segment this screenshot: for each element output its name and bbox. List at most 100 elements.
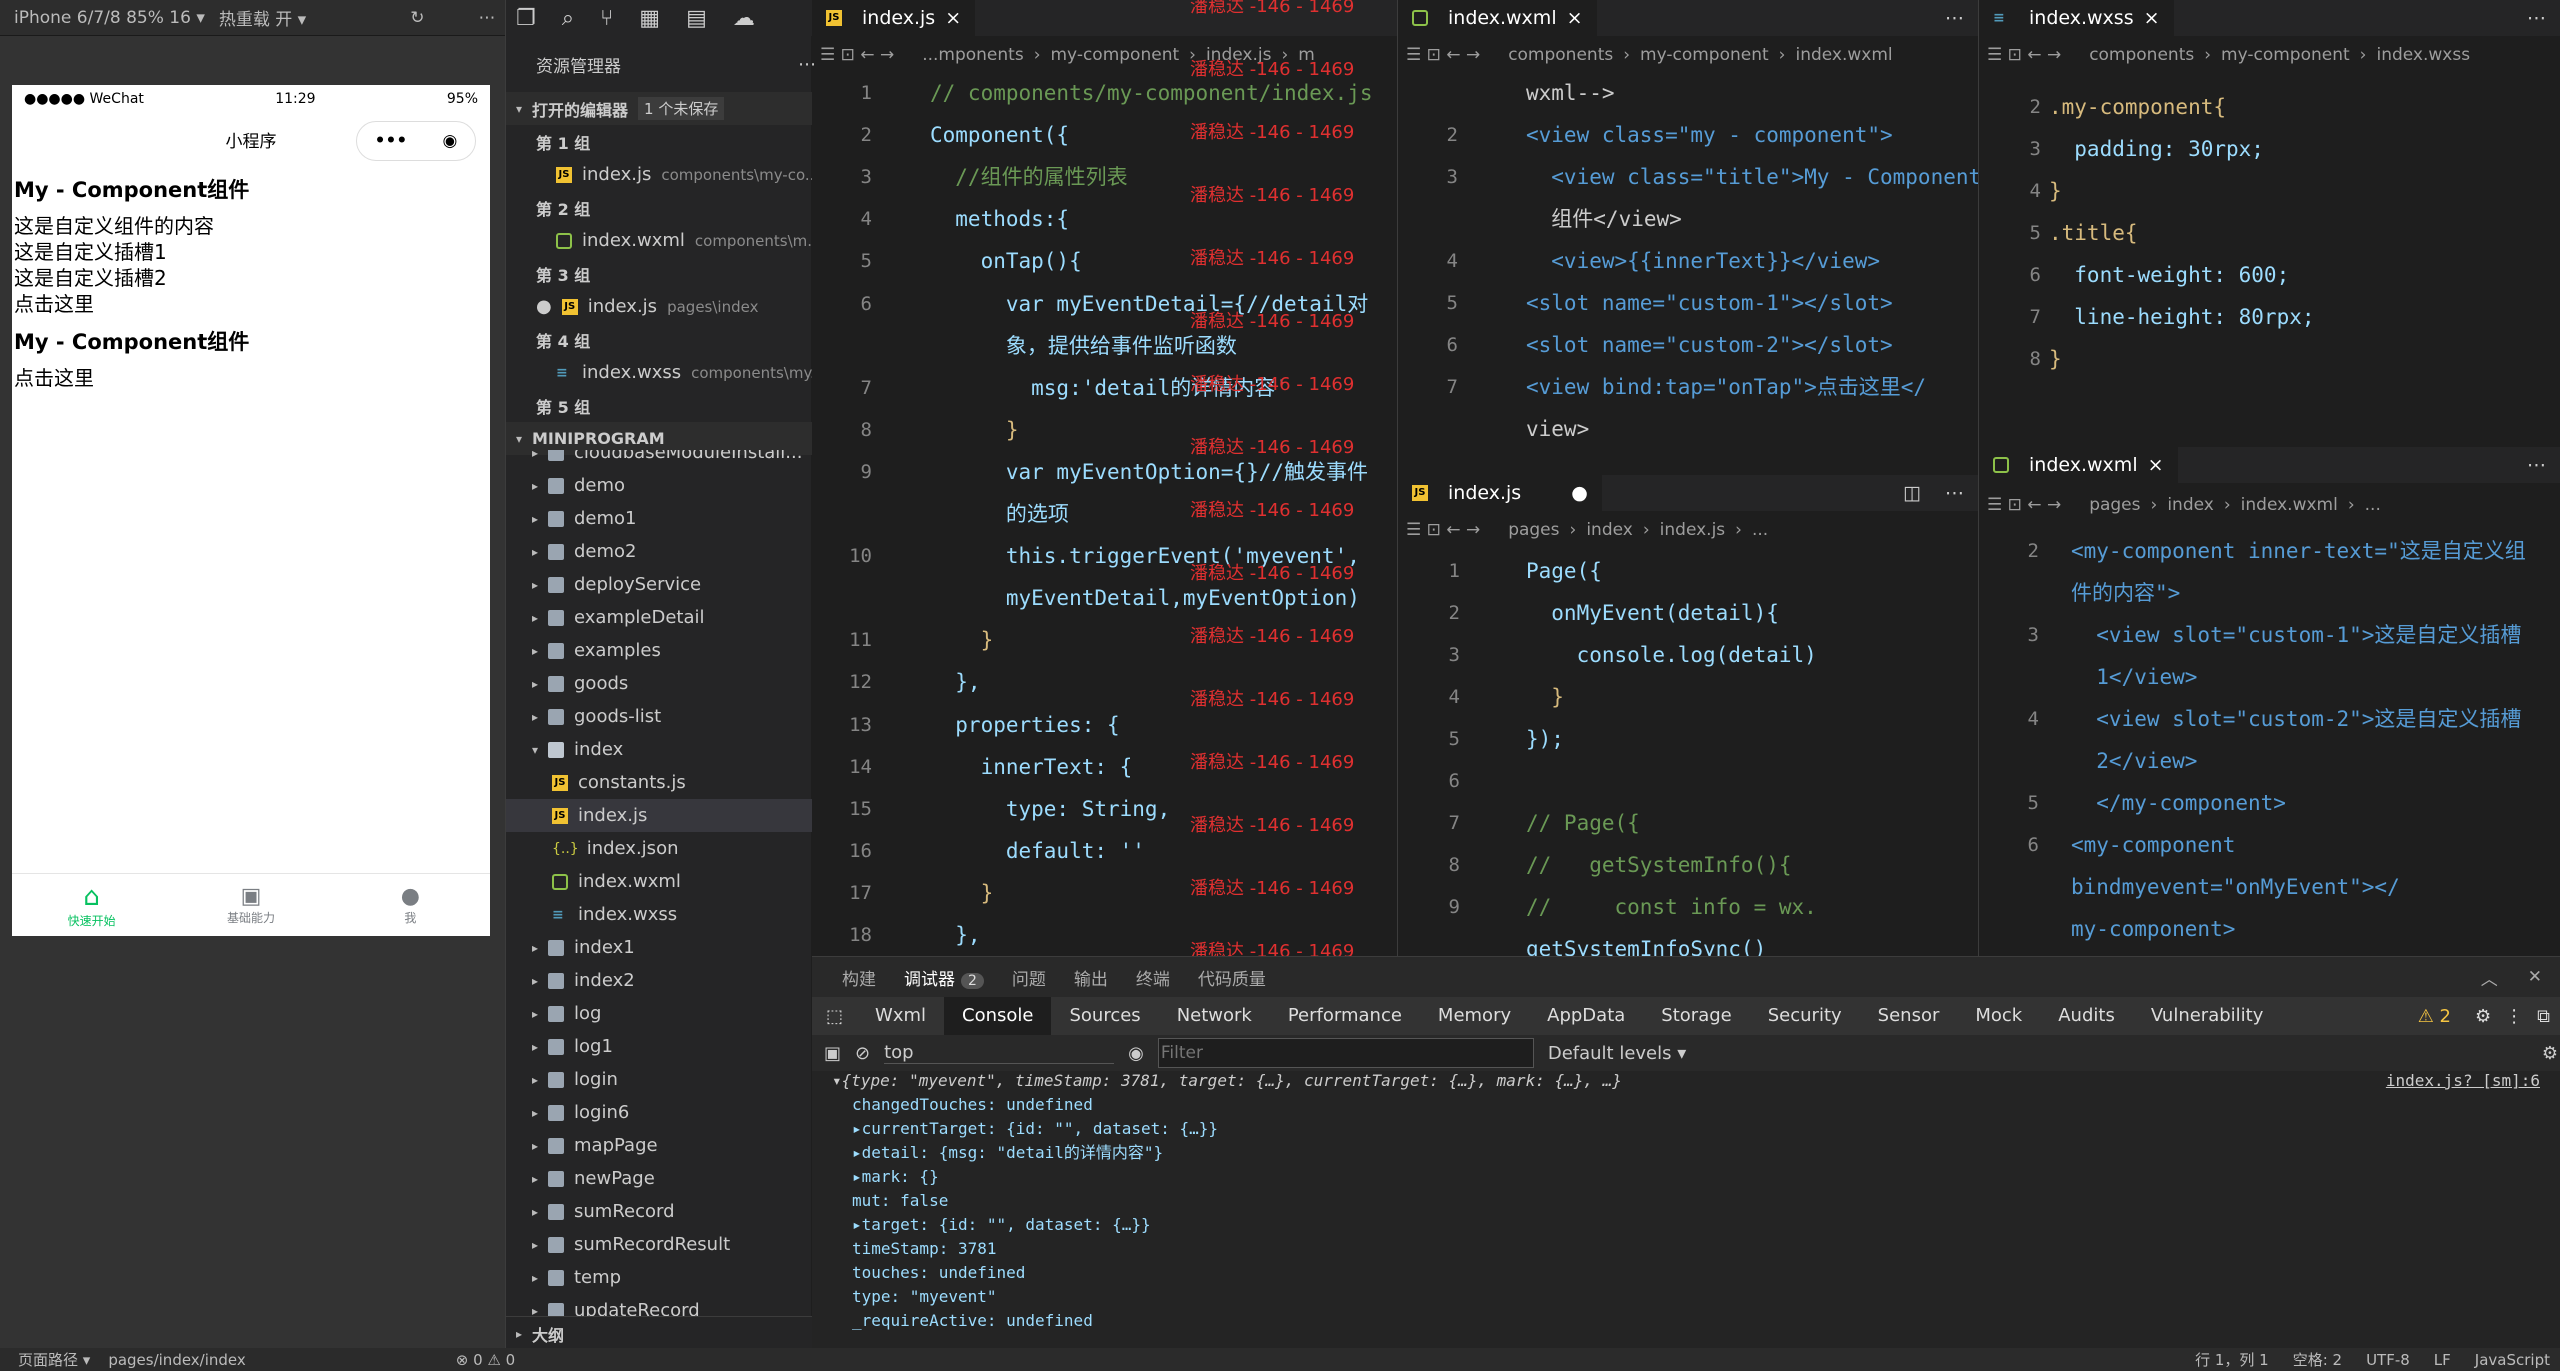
page-path-label[interactable]: 页面路径 ▾ xyxy=(18,1349,90,1370)
line-ending[interactable]: LF xyxy=(2434,1351,2451,1369)
source-control-icon[interactable]: ⑂ xyxy=(600,6,613,31)
tree-item[interactable]: ▸ index1 xyxy=(506,931,812,964)
tree-item[interactable]: ▸ sumRecordResult xyxy=(506,1228,812,1261)
more-dots-icon[interactable]: ••• xyxy=(375,131,408,151)
panel-tab[interactable]: Sensor xyxy=(1860,997,1958,1035)
tree-item[interactable]: ▸ log1 xyxy=(506,1030,812,1063)
tree-item[interactable]: {..} index.json xyxy=(506,832,812,865)
editor4-code[interactable]: 1 Page({2 onMyEvent(detail){3 console.log… xyxy=(1398,550,1978,956)
tab-index-wxss[interactable]: ≡ index.wxss × xyxy=(1979,0,2174,36)
tree-item[interactable]: ▸ newPage xyxy=(506,1162,812,1195)
problems-indicator[interactable]: ⊗ 0 ⚠ 0 xyxy=(456,1351,515,1369)
split-icon[interactable]: ◫ xyxy=(1903,482,1921,504)
panel-tab[interactable]: Memory xyxy=(1420,997,1529,1035)
unsaved-dot-icon[interactable]: ● xyxy=(1571,482,1588,504)
search-icon[interactable]: ⌕ xyxy=(562,6,574,31)
tree-item[interactable]: ▸ demo2 xyxy=(506,535,812,568)
tree-item[interactable]: ▸ cloudbaseModuleInstall... xyxy=(506,450,812,469)
devtools-tab[interactable]: 问题 xyxy=(998,965,1060,990)
devtools-tab[interactable]: 终端 xyxy=(1122,965,1184,990)
editor5-code[interactable]: 2 <my-component inner-text="这是自定义组 件的内容"> 3… xyxy=(1979,530,2560,956)
dock-icon[interactable]: ⧉ xyxy=(2537,1006,2550,1027)
sidebar-toggle-icon[interactable]: ▣ xyxy=(824,1043,841,1064)
levels-select[interactable]: Default levels ▾ xyxy=(1548,1043,1686,1064)
breadcrumb-item[interactable]: index.wxss xyxy=(2376,45,2470,65)
tab-me[interactable]: ● 我 xyxy=(331,874,490,936)
collapse-icon[interactable]: ︿ xyxy=(2481,965,2498,990)
source-link[interactable]: index.js? [sm]:6 xyxy=(2386,1071,2540,1093)
tree-item[interactable]: ▸ demo1 xyxy=(506,502,812,535)
nav-icons[interactable]: ☰ ⊡ ← → xyxy=(1406,45,1480,65)
devtools-tab[interactable]: 输出 xyxy=(1060,965,1122,990)
tree-item[interactable]: ▸ log xyxy=(506,997,812,1030)
settings-gear-icon[interactable]: ⚙ xyxy=(2542,1043,2558,1064)
open-editor-item[interactable]: index.wxml components\m... xyxy=(506,224,862,257)
tree-item[interactable]: JS index.js xyxy=(506,799,812,832)
filter-input[interactable] xyxy=(1157,1038,1534,1068)
open-editor-item[interactable]: ≡ index.wxss components\my... xyxy=(506,356,862,389)
tree-item[interactable]: ▸ mapPage xyxy=(506,1129,812,1162)
open-editor-item[interactable]: ● JS index.js pages\index xyxy=(506,290,842,323)
debug-icon[interactable]: ▤ xyxy=(686,6,707,31)
warning-count[interactable]: ⚠ 2 xyxy=(2418,1006,2451,1027)
tree-item[interactable]: ▸ login6 xyxy=(506,1096,812,1129)
tap-here-2[interactable]: 点击这里 xyxy=(14,365,490,391)
open-editors-header[interactable]: ▾ 打开的编辑器 1 个未保存 xyxy=(506,92,822,125)
open-editor-item[interactable]: JS index.js components\my-co... xyxy=(506,158,862,191)
panel-tab[interactable]: Vulnerability xyxy=(2133,997,2282,1035)
refresh-icon[interactable]: ↻ xyxy=(410,8,424,28)
more-icon[interactable]: ⋯ xyxy=(2527,7,2546,29)
console-line[interactable]: ▾{type: "myevent", timeStamp: 3781, targ… xyxy=(832,1071,1622,1093)
breadcrumb-item[interactable]: index xyxy=(1586,520,1633,540)
tap-here[interactable]: 点击这里 xyxy=(14,291,490,317)
panel-tab[interactable]: Console xyxy=(944,997,1052,1035)
context-select[interactable]: top xyxy=(884,1042,1115,1064)
breadcrumb-item[interactable]: index.wxml xyxy=(2241,495,2338,515)
tree-item[interactable]: ▸ goods xyxy=(506,667,812,700)
tree-item[interactable]: ▾ index xyxy=(506,733,812,766)
tree-item[interactable]: ▸ demo xyxy=(506,469,812,502)
panel-tab[interactable]: Mock xyxy=(1957,997,2040,1035)
tree-item[interactable]: ▸ goods-list xyxy=(506,700,812,733)
panel-tab[interactable]: Wxml xyxy=(857,997,944,1035)
console-line[interactable]: ▸detail: {msg: "detail的详情内容"} xyxy=(852,1141,1163,1165)
panel-tab[interactable]: Network xyxy=(1159,997,1270,1035)
panel-tab[interactable]: Sources xyxy=(1051,997,1158,1035)
devtools-tab[interactable]: 代码质量 xyxy=(1184,965,1280,990)
outline-header[interactable]: ▸ 大纲 xyxy=(506,1316,822,1350)
console-line[interactable]: ▸currentTarget: {id: "", dataset: {…}} xyxy=(852,1117,1218,1141)
more-icon[interactable]: ⋯ xyxy=(478,8,495,28)
close-icon[interactable]: × xyxy=(945,7,961,29)
tab-page-index-wxml[interactable]: index.wxml × xyxy=(1979,447,2178,483)
panel-tab[interactable]: AppData xyxy=(1529,997,1643,1035)
extensions-icon[interactable]: ▦ xyxy=(639,6,660,31)
breadcrumb-item[interactable]: my-component xyxy=(2221,45,2350,65)
breadcrumb-item[interactable]: components xyxy=(2089,45,2194,65)
capsule-menu[interactable]: ••• ◉ xyxy=(356,121,476,161)
language-mode[interactable]: JavaScript xyxy=(2475,1351,2550,1369)
devtools-tab[interactable]: 构建 xyxy=(812,965,890,990)
console-line[interactable]: ▸mark: {} xyxy=(852,1165,939,1189)
tree-item[interactable]: ▸ login xyxy=(506,1063,812,1096)
tab-index-wxml[interactable]: index.wxml × xyxy=(1398,0,1597,36)
nav-icons[interactable]: ☰ ⊡ ← → xyxy=(1987,495,2061,515)
tab-index-js[interactable]: JS index.js × xyxy=(812,0,976,36)
close-target-icon[interactable]: ◉ xyxy=(443,131,458,151)
close-icon[interactable]: ✕ xyxy=(2528,967,2542,987)
breadcrumb-item[interactable]: my-component xyxy=(1051,45,1180,65)
indent-setting[interactable]: 空格: 2 xyxy=(2293,1349,2342,1370)
tree-item[interactable]: ▸ deployService xyxy=(506,568,812,601)
breadcrumb-item[interactable]: ... xyxy=(2365,495,2381,515)
tree-item[interactable]: ▸ exampleDetail xyxy=(506,601,812,634)
close-icon[interactable]: × xyxy=(2144,7,2160,29)
editor2-code[interactable]: wxml--> 2 <view class="my - component"> 3 <… xyxy=(1398,72,1978,472)
tree-item[interactable]: ▸ temp xyxy=(506,1261,812,1294)
breadcrumb-item[interactable]: index.js xyxy=(1660,520,1726,540)
breadcrumb-item[interactable]: index xyxy=(2167,495,2214,515)
breadcrumb-item[interactable]: index.wxml xyxy=(1795,45,1892,65)
tab-basic[interactable]: ▣ 基础能力 xyxy=(171,874,330,936)
close-icon[interactable]: × xyxy=(2148,454,2164,476)
panel-tab[interactable]: Performance xyxy=(1270,997,1420,1035)
clear-console-icon[interactable]: ⊘ xyxy=(855,1043,870,1064)
device-select[interactable]: iPhone 6/7/8 85% 16 ▾ xyxy=(14,8,205,28)
